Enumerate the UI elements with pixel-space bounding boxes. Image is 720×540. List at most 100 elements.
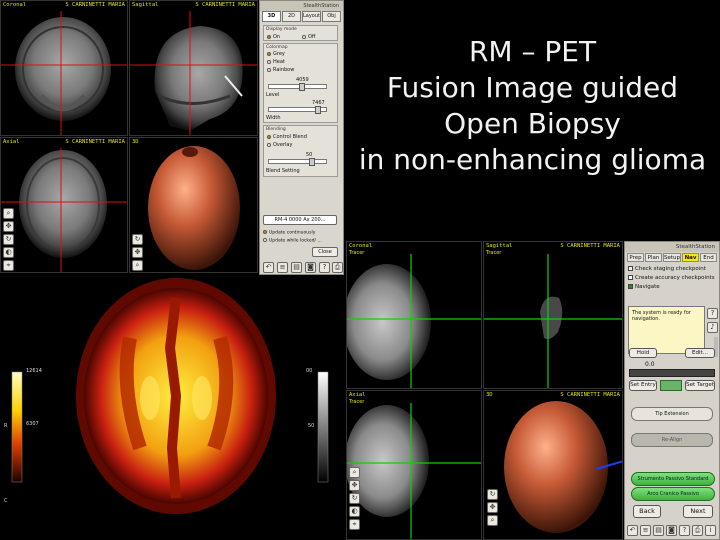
list-icon[interactable]: ≡: [640, 525, 651, 536]
set-entry-button[interactable]: Set Entry: [629, 380, 657, 391]
tab-3d[interactable]: 3D: [262, 11, 281, 22]
blend-slider-thumb[interactable]: [309, 158, 315, 166]
rotate-icon[interactable]: ↻: [349, 493, 360, 504]
rotate-icon[interactable]: ↻: [3, 234, 14, 245]
pet-axial-image-panel: 12614 6307 00 50 R C: [0, 278, 344, 540]
tab-2d[interactable]: 2D: [282, 11, 301, 22]
help-bottom-icon[interactable]: ?: [679, 525, 690, 536]
width-slider-thumb[interactable]: [315, 106, 321, 114]
check-staging-label: Check staging checkpoint: [635, 266, 706, 272]
close-button[interactable]: Close: [312, 247, 338, 257]
fusion-sagittal-viewport[interactable]: Sagittal S CARNINETTI MARIA Tracer: [483, 241, 623, 389]
update-continuous-option[interactable]: Update continuously: [263, 230, 315, 236]
blend-setting-label: Blend Setting: [266, 168, 300, 174]
tab-prep[interactable]: Prep: [627, 253, 644, 262]
fusion-3d-viewport[interactable]: 3D S CARNINETTI MARIA ↻ ✥ ⌕: [483, 390, 623, 540]
check-staging-checkpoint[interactable]: Check staging checkpoint: [628, 266, 706, 272]
undo-icon[interactable]: ↶: [263, 262, 274, 273]
back-button[interactable]: Back: [633, 505, 661, 518]
window-level-icon[interactable]: ◐: [349, 506, 360, 517]
radio-icon: [302, 34, 306, 39]
fusion-coronal-image: [347, 254, 481, 388]
navigation-panel: StealthStation Prep Plan Setup Nav End C…: [624, 241, 720, 540]
help-icon[interactable]: ?: [707, 308, 718, 319]
tab-layout[interactable]: Layout: [302, 11, 321, 22]
measure-icon[interactable]: ⌖: [3, 260, 14, 271]
blend-control-label: Control Blend: [273, 134, 307, 140]
mr-coronal-viewport[interactable]: Coronal S CARNINETTI MARIA: [0, 0, 128, 136]
layers-icon[interactable]: ▤: [291, 262, 302, 273]
depth-value: 0.0: [645, 361, 655, 368]
colormap-grey-option[interactable]: Grey: [267, 51, 285, 57]
tab-obj[interactable]: Obj: [322, 11, 341, 22]
blend-control-option[interactable]: Control Blend: [267, 134, 307, 140]
dataset-selector[interactable]: RM-4 0000 Ax 200...: [263, 215, 337, 225]
rotate-3d-icon[interactable]: ↻: [487, 489, 498, 500]
fusion-axial-sub: Tracer: [349, 399, 365, 405]
list-icon[interactable]: ≡: [277, 262, 288, 273]
print-icon[interactable]: ⎙: [332, 262, 343, 273]
camera-icon[interactable]: ◙: [666, 525, 677, 536]
move-3d-icon[interactable]: ✥: [132, 247, 143, 258]
pet-scale-right-mid: 50: [308, 423, 315, 429]
tab-nav[interactable]: Nav: [682, 253, 700, 262]
hold-button[interactable]: Hold: [629, 348, 657, 358]
display-on-option[interactable]: On: [267, 34, 280, 40]
mr-3d-viewport[interactable]: 3D ↻ ✥ ⌕: [129, 137, 258, 273]
fusion-axial-header: Axial: [347, 391, 481, 402]
re-align-button[interactable]: Re-Align: [631, 433, 713, 447]
layers-icon[interactable]: ▤: [653, 525, 664, 536]
fusion-axial-viewport[interactable]: Axial Tracer ⌕ ✥ ↻ ◐ ⌖: [346, 390, 482, 540]
zoom-icon[interactable]: ⌕: [349, 467, 360, 478]
zoom-3d-icon[interactable]: ⌕: [487, 515, 498, 526]
reference-frame-button[interactable]: Arco Cranico Passivo: [631, 487, 715, 501]
fusion-coronal-viewport[interactable]: Coronal Tracer: [346, 241, 482, 389]
navigate-label: Navigate: [635, 284, 660, 290]
width-slider[interactable]: [268, 106, 327, 114]
colormap-heat-option[interactable]: Heat: [267, 59, 285, 65]
pan-icon[interactable]: ✥: [349, 480, 360, 491]
camera-icon[interactable]: ◙: [305, 262, 316, 273]
update-while-option[interactable]: Update while locked/ ...: [263, 238, 322, 244]
display-off-option[interactable]: Off: [302, 34, 315, 40]
mr-sagittal-viewport[interactable]: Sagittal S CARNINETTI MARIA: [129, 0, 258, 136]
set-target-button[interactable]: Set Target: [685, 380, 715, 391]
move-3d-icon[interactable]: ✥: [487, 502, 498, 513]
zoom-3d-icon[interactable]: ⌕: [132, 260, 143, 271]
pan-icon[interactable]: ✥: [3, 221, 14, 232]
instrument-select-button[interactable]: Strumento Passivo Standard: [631, 472, 715, 486]
measure-icon[interactable]: ⌖: [349, 519, 360, 530]
colormap-rainbow-option[interactable]: Rainbow: [267, 67, 294, 73]
window-level-icon[interactable]: ◐: [3, 247, 14, 258]
edit-button[interactable]: Edit...: [685, 348, 715, 358]
create-accuracy-checkpoints[interactable]: Create accuracy checkpoints: [628, 275, 715, 281]
speaker-icon[interactable]: ♪: [707, 322, 718, 333]
radio-icon: [263, 230, 267, 234]
fusion-3d-header: 3D S CARNINETTI MARIA: [484, 391, 622, 402]
zoom-icon[interactable]: ⌕: [3, 208, 14, 219]
undo-icon[interactable]: ↶: [627, 525, 638, 536]
print-icon[interactable]: ⎙: [692, 525, 703, 536]
tab-plan[interactable]: Plan: [645, 253, 662, 262]
colormap-heat-label: Heat: [273, 59, 285, 65]
tab-end[interactable]: End: [700, 253, 718, 262]
title-line-3: Open Biopsy: [444, 107, 621, 140]
sagittal-header: Sagittal S CARNINETTI MARIA: [130, 1, 257, 12]
level-slider-thumb[interactable]: [299, 83, 305, 91]
tip-extension-button[interactable]: Tip Extension: [631, 407, 713, 421]
blend-slider[interactable]: [268, 158, 327, 166]
tab-setup[interactable]: Setup: [663, 253, 682, 262]
mr-axial-viewport[interactable]: Axial S CARNINETTI MARIA ⌕ ✥ ↻ ◐ ⌖: [0, 137, 128, 273]
help-icon[interactable]: ?: [319, 262, 330, 273]
3d-head-render: [148, 146, 240, 270]
rotate-3d-icon[interactable]: ↻: [132, 234, 143, 245]
fusion-coronal-sub: Tracer: [349, 250, 365, 256]
next-button[interactable]: Next: [683, 505, 713, 518]
navigate-checkbox[interactable]: Navigate: [628, 284, 660, 290]
colormap-title: Colormap: [266, 45, 288, 50]
blend-overlay-option[interactable]: Overlay: [267, 142, 292, 148]
info-icon[interactable]: i: [705, 525, 716, 536]
panel-brand: StealthStation: [260, 1, 343, 11]
level-slider[interactable]: [268, 83, 327, 91]
colormap-grey-label: Grey: [273, 51, 285, 57]
